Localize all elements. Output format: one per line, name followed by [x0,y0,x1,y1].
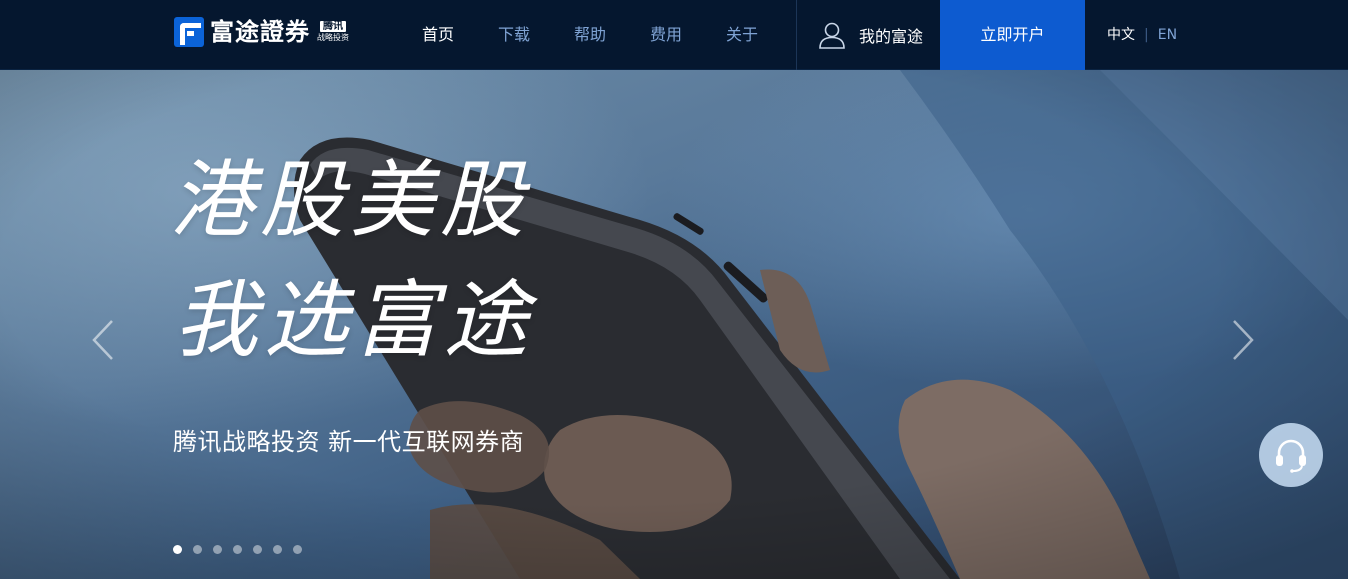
user-icon [819,22,845,49]
carousel-dot[interactable] [273,545,282,554]
lang-zh-link[interactable]: 中文 [1107,0,1135,70]
carousel-dots [173,545,313,554]
carousel-dot[interactable] [293,545,302,554]
headset-icon [1276,439,1306,473]
carousel-dot[interactable] [213,545,222,554]
lang-en-link[interactable]: EN [1158,0,1177,70]
main-nav: 首页 下载 帮助 费用 关于 [400,0,780,70]
nav-item-home[interactable]: 首页 [400,0,476,70]
hero-banner: 港股美股 我选富途 腾讯战略投资 新一代互联网券商 [0,70,1348,579]
carousel-dot[interactable] [233,545,242,554]
carousel-dot[interactable] [193,545,202,554]
nav-item-fees[interactable]: 费用 [628,0,704,70]
chevron-left-icon[interactable] [88,318,118,362]
open-account-button[interactable]: 立即开户 [940,0,1085,70]
slogan-line-1: 港股美股 [170,151,531,249]
hero-subtitle: 腾讯战略投资 新一代互联网券商 [173,428,525,456]
carousel-dot[interactable] [253,545,262,554]
logo-mark-icon [174,17,204,47]
slogan-line-2: 我选富途 [174,271,535,369]
my-account-link[interactable]: 我的富途 [796,0,940,70]
chevron-right-icon[interactable] [1228,318,1258,362]
badge-top-text: 腾讯 [320,20,346,32]
carousel-dot[interactable] [173,545,182,554]
nav-item-download[interactable]: 下载 [476,0,552,70]
nav-item-about[interactable]: 关于 [704,0,780,70]
badge-bottom-text: 战略投资 [317,32,349,42]
language-switcher: 中文 | EN [1107,0,1177,70]
tencent-badge: 腾讯 战略投资 [316,20,350,44]
nav-item-help[interactable]: 帮助 [552,0,628,70]
logo-text: 富途證券 [210,18,310,46]
logo[interactable]: 富途證券 腾讯 战略投资 [174,17,350,47]
hero-slogan: 港股美股 我选富途 [170,130,610,390]
my-account-label: 我的富途 [859,27,924,46]
site-header: 富途證券 腾讯 战略投资 首页 下载 帮助 费用 关于 我的富途 立即开户 中文… [0,0,1348,70]
customer-support-button[interactable] [1259,423,1323,487]
lang-separator: | [1144,27,1149,43]
